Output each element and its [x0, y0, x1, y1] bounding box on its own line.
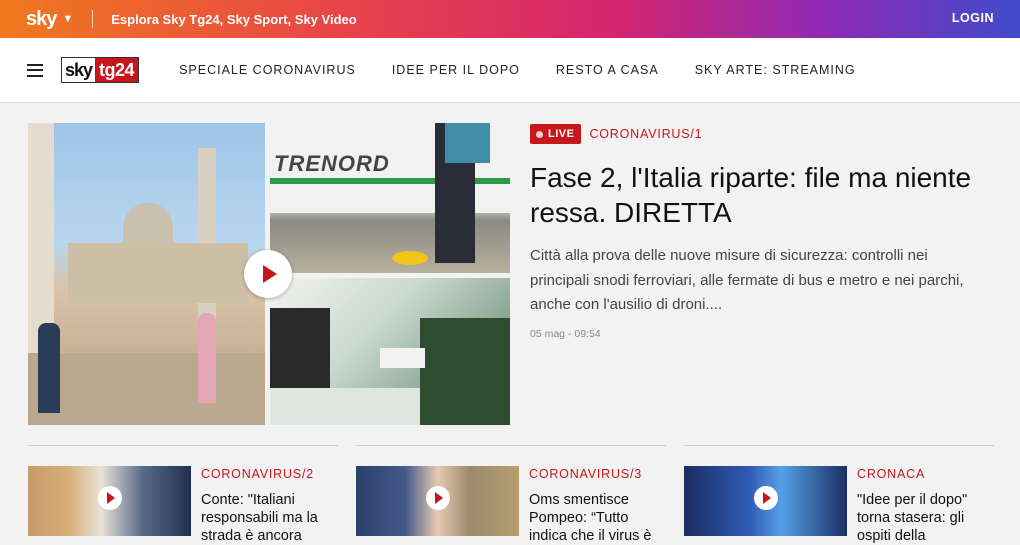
- hero-description: Città alla prova delle nuove misure di s…: [530, 247, 964, 313]
- skytg24-logo[interactable]: sky tg24: [61, 57, 140, 83]
- login-button[interactable]: LOGIN: [952, 11, 994, 25]
- hero-image[interactable]: TRENORD: [28, 123, 510, 425]
- play-video-icon[interactable]: [754, 486, 778, 510]
- train-logo: TRENORD: [274, 151, 390, 176]
- card-title[interactable]: Oms smentisce Pompeo: “Tutto indica che …: [529, 491, 664, 545]
- sky-logo: sky: [26, 7, 57, 30]
- play-video-icon[interactable]: [426, 486, 450, 510]
- play-video-icon[interactable]: [244, 250, 292, 298]
- hero-article: LIVE CORONAVIRUS/1 Fase 2, l'Italia ripa…: [530, 124, 990, 340]
- card-category[interactable]: CRONACA: [857, 467, 925, 481]
- divider: [92, 10, 94, 28]
- play-video-icon[interactable]: [98, 486, 122, 510]
- card-title[interactable]: Conte: "Italiani responsabili ma la stra…: [201, 491, 336, 545]
- explore-link[interactable]: Esplora Sky Tg24, Sky Sport, Sky Video: [111, 12, 356, 27]
- card-title[interactable]: "Idee per il dopo" torna stasera: gli os…: [857, 491, 992, 545]
- news-card[interactable]: CRONACA "Idee per il dopo" torna stasera…: [684, 445, 994, 544]
- news-card[interactable]: CORONAVIRUS/3 Oms smentisce Pompeo: “Tut…: [356, 445, 666, 544]
- hero-category[interactable]: CORONAVIRUS/1: [589, 127, 702, 141]
- nav-items: SPECIALE CORONAVIRUS IDEE PER IL DOPO RE…: [179, 63, 892, 77]
- sky-logo-menu[interactable]: sky ▼: [26, 7, 73, 31]
- nav-item-sky-arte-streaming[interactable]: SKY ARTE: STREAMING: [695, 63, 856, 77]
- shop-photo: [270, 278, 510, 425]
- card-category[interactable]: CORONAVIRUS/3: [529, 467, 642, 481]
- venice-photo: [28, 123, 265, 425]
- hamburger-menu-icon[interactable]: [27, 63, 43, 77]
- nav-item-idee-per-il-dopo[interactable]: IDEE PER IL DOPO: [392, 63, 520, 77]
- nav-item-speciale-coronavirus[interactable]: SPECIALE CORONAVIRUS: [179, 63, 356, 77]
- train-photo: TRENORD: [270, 123, 510, 273]
- top-bar: sky ▼ Esplora Sky Tg24, Sky Sport, Sky V…: [0, 0, 1020, 38]
- live-dot-icon: [536, 130, 543, 138]
- card-category[interactable]: CORONAVIRUS/2: [201, 467, 314, 481]
- live-badge: LIVE: [530, 124, 582, 144]
- news-card[interactable]: CORONAVIRUS/2 Conte: "Italiani responsab…: [28, 445, 338, 544]
- chevron-down-icon: ▼: [62, 13, 73, 25]
- main-nav: sky tg24 SPECIALE CORONAVIRUS IDEE PER I…: [0, 38, 1020, 103]
- hero-timestamp: 05 mag - 09:54: [530, 327, 601, 340]
- nav-item-resto-a-casa[interactable]: RESTO A CASA: [556, 63, 659, 77]
- hero-title[interactable]: Fase 2, l'Italia riparte: file ma niente…: [530, 160, 990, 230]
